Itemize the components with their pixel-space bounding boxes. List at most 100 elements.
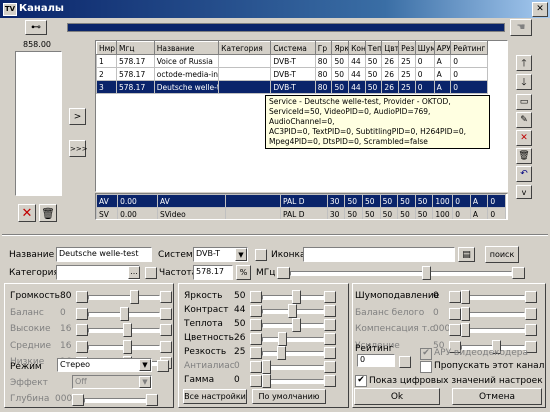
icon-field[interactable]: [303, 247, 455, 262]
slider-right-arrow[interactable]: [324, 305, 336, 317]
column-header[interactable]: Шум: [414, 41, 435, 55]
slider-right-arrow[interactable]: [324, 333, 336, 345]
move-button[interactable]: >: [69, 108, 86, 125]
slider-right-arrow[interactable]: [160, 324, 172, 336]
slider-left-arrow[interactable]: [449, 291, 461, 303]
default-button[interactable]: По умолчанию: [252, 389, 326, 404]
edit-icon[interactable]: ✎: [516, 112, 532, 128]
new-icon[interactable]: ▭: [516, 94, 532, 110]
mode-toggle[interactable]: [157, 360, 169, 372]
depth-left[interactable]: [72, 394, 84, 406]
slider-right-arrow[interactable]: [324, 375, 336, 387]
column-header[interactable]: Система: [270, 41, 316, 55]
setting-slider[interactable]: [262, 365, 324, 370]
slider-left-arrow[interactable]: [250, 361, 262, 373]
rating-field[interactable]: 0: [357, 354, 395, 367]
slider-left-arrow[interactable]: [76, 324, 88, 336]
setting-slider[interactable]: [461, 311, 525, 317]
setting-slider[interactable]: [461, 295, 525, 300]
category-toggle[interactable]: [145, 267, 157, 279]
chevron-down-icon[interactable]: ▼: [139, 359, 151, 371]
setting-slider[interactable]: [88, 295, 160, 300]
undo-icon[interactable]: ↶: [516, 166, 532, 182]
cancel-button[interactable]: Отмена: [452, 388, 542, 405]
slider-thumb[interactable]: [262, 360, 271, 374]
arrow-down-icon[interactable]: 🡓: [516, 74, 532, 90]
setting-slider[interactable]: [262, 337, 324, 342]
column-header[interactable]: Нмр: [96, 41, 117, 55]
frequency-field[interactable]: 578.17: [193, 265, 233, 280]
slider-thumb[interactable]: [292, 318, 301, 332]
digital-checkbox[interactable]: ✔: [355, 375, 367, 387]
table-row[interactable]: 2 578.17 octode-media-info DVB-T 80 50 44 50 26 2…: [96, 67, 488, 81]
freq-right-arrow[interactable]: [512, 267, 525, 279]
slider-left-arrow[interactable]: [250, 375, 262, 387]
depth-slider[interactable]: [84, 398, 146, 403]
slider-right-arrow[interactable]: [324, 347, 336, 359]
mode-select[interactable]: Стерео ▼: [57, 358, 152, 372]
column-header[interactable]: Кон: [348, 41, 366, 55]
system-select[interactable]: DVB-T ▼: [193, 247, 248, 262]
frequency-slider-thumb[interactable]: [422, 266, 431, 280]
slider-right-arrow[interactable]: [160, 340, 172, 353]
skip-checkbox[interactable]: [420, 361, 432, 373]
slider-thumb[interactable]: [461, 323, 470, 337]
category-browse-button[interactable]: ...: [128, 266, 140, 279]
slider-left-arrow[interactable]: [76, 291, 88, 303]
slider-left-arrow[interactable]: [76, 307, 88, 320]
column-header[interactable]: Теп: [364, 41, 383, 55]
move-all-button[interactable]: >>>: [69, 140, 88, 157]
close-button[interactable]: ✕: [532, 2, 548, 17]
column-header[interactable]: Ярк: [331, 41, 350, 55]
slider-left-arrow[interactable]: [250, 319, 262, 331]
chevron-down-icon[interactable]: ▼: [139, 376, 151, 388]
arrow-up-icon[interactable]: 🡑: [516, 55, 532, 71]
frequency-slider[interactable]: [290, 271, 512, 276]
depth-right[interactable]: [146, 394, 158, 406]
slider-thumb[interactable]: [461, 306, 470, 321]
agc-checkbox[interactable]: ✔: [420, 348, 432, 360]
slider-thumb[interactable]: [262, 374, 271, 388]
trash-icon[interactable]: 🗑: [39, 204, 57, 222]
slider-right-arrow[interactable]: [525, 324, 537, 336]
effect-select[interactable]: Off ▼: [72, 375, 152, 389]
column-header[interactable]: Категория: [218, 41, 272, 55]
setting-slider[interactable]: [262, 351, 324, 356]
slider-right-arrow[interactable]: [324, 319, 336, 331]
slider-left-arrow[interactable]: [250, 305, 262, 317]
slider-thumb[interactable]: [130, 290, 139, 304]
source-row[interactable]: AV 0.00 AV PAL D 30 50 50 50 50 50 100 0 A 0: [96, 194, 506, 208]
column-header[interactable]: Рез: [398, 41, 416, 55]
slider-left-arrow[interactable]: [449, 307, 461, 320]
slider-thumb[interactable]: [461, 290, 470, 304]
percent-icon[interactable]: %: [236, 265, 251, 280]
slider-thumb[interactable]: [292, 290, 301, 304]
ok-button[interactable]: Ok: [354, 388, 440, 405]
delete-channel-icon[interactable]: ✕: [516, 130, 532, 146]
source-row[interactable]: SV 0.00 SVideo PAL D 30 50 50 50 50 50 100 0 A 0: [96, 207, 506, 219]
trash-channel-icon[interactable]: 🗑: [516, 148, 532, 164]
folder-icon[interactable]: ▤: [458, 247, 475, 262]
delete-icon[interactable]: ✕: [18, 204, 36, 222]
chevron-down-icon[interactable]: ▼: [235, 248, 247, 261]
table-row[interactable]: 3578.17Deutsche welle-testDVB-T805044502…: [96, 80, 488, 94]
setting-slider[interactable]: [461, 328, 525, 333]
search-button[interactable]: поиск: [485, 246, 519, 263]
hand-icon[interactable]: ☚: [510, 19, 532, 36]
slider-thumb[interactable]: [277, 346, 286, 360]
slider-right-arrow[interactable]: [160, 307, 172, 320]
column-header[interactable]: Цвт: [381, 41, 400, 55]
column-header[interactable]: Мгц: [115, 41, 155, 55]
slider-right-arrow[interactable]: [324, 291, 336, 303]
freq-left-arrow[interactable]: [277, 267, 290, 279]
slider-right-arrow[interactable]: [525, 291, 537, 303]
chevron-down-icon[interactable]: v: [516, 185, 532, 199]
slider-right-arrow[interactable]: [525, 307, 537, 320]
binoculars-icon[interactable]: ⊷: [25, 20, 47, 35]
slider-thumb[interactable]: [277, 332, 287, 346]
slider-left-arrow[interactable]: [250, 333, 262, 345]
rating-spinner[interactable]: [399, 356, 411, 368]
slider-thumb[interactable]: [119, 306, 129, 321]
slider-left-arrow[interactable]: [250, 347, 262, 359]
column-header[interactable]: АРУ: [433, 41, 452, 55]
